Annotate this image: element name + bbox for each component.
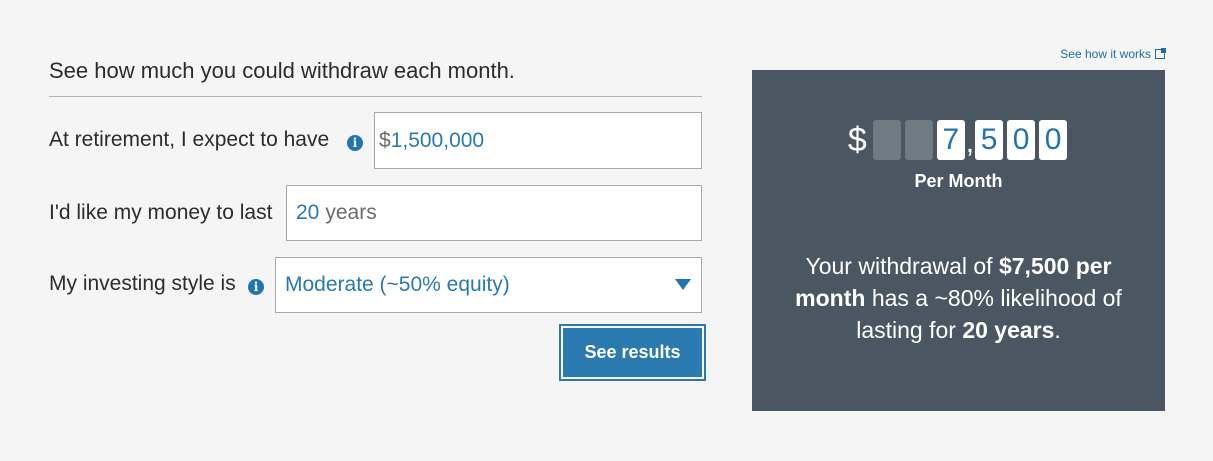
savings-input[interactable]: $ 1,500,000 [374,112,702,169]
duration-value: 20 [296,201,320,224]
per-month-label: Per Month [914,171,1003,191]
duration-label: I'd like my money to last [49,201,273,224]
odometer-digit: 5 [975,120,1004,160]
savings-value: 1,500,000 [390,128,485,152]
duration-input[interactable]: 20 years [286,185,702,241]
odometer-digit [872,120,901,160]
calculator-heading: See how much you could withdraw each mon… [49,58,515,83]
investing-style-info-icon[interactable]: i [248,279,264,295]
monthly-amount-odometer: $ 7 , 5 0 0 [752,120,1165,162]
see-how-it-works-label: See how it works [1060,47,1151,61]
see-results-label: See results [563,328,702,377]
see-results-button[interactable]: See results [559,324,706,381]
odometer-digit: 7 [936,120,965,160]
odometer-digit: 0 [1039,120,1068,160]
odometer-digit: 0 [1007,120,1036,160]
savings-label: At retirement, I expect to have [49,128,330,151]
see-how-it-works-link[interactable]: See how it works [1060,47,1166,61]
odometer-comma: , [965,126,975,159]
result-panel: $ 7 , 5 0 0 Per Month Your withdrawal of… [752,70,1165,411]
currency-prefix: $ [379,128,391,152]
savings-info-icon[interactable]: i [347,135,363,151]
duration-suffix: years [325,201,377,224]
investing-style-label: My investing style is [49,272,236,295]
odometer-digit [904,120,933,160]
investing-style-value: Moderate (~50% equity) [285,273,510,296]
heading-divider [49,96,702,97]
result-summary: Your withdrawal of $7,500 per month has … [772,250,1145,346]
investing-style-select[interactable]: Moderate (~50% equity) [275,257,702,313]
external-link-icon [1155,48,1166,59]
result-years: 20 years [962,317,1055,343]
chevron-down-icon [675,279,691,290]
result-text-part: Your withdrawal of [805,253,999,279]
result-text-part: . [1054,317,1061,343]
result-currency: $ [847,121,867,159]
